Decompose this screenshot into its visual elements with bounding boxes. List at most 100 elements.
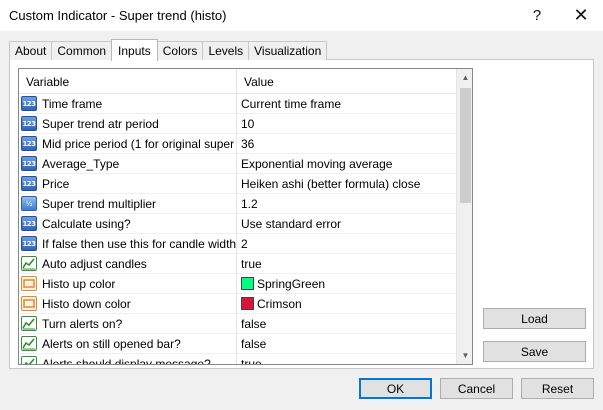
table-row[interactable]: Histo up color SpringGreen — [19, 273, 456, 294]
grid-rows: 123 Time frame Current time frame 123 Super … — [19, 94, 456, 364]
table-row[interactable]: 123 Price Heiken ashi (better formula) clo… — [19, 173, 456, 194]
integer-type-icon: 123 — [21, 236, 37, 251]
value-text: false — [241, 336, 267, 351]
value-text: SpringGreen — [257, 276, 326, 291]
variable-name: Super trend atr period — [42, 116, 159, 131]
table-row[interactable]: 123 Super trend atr period 10 — [19, 113, 456, 134]
scroll-thumb[interactable] — [460, 88, 471, 203]
table-row[interactable]: 123 Average_Type Exponential moving averag… — [19, 153, 456, 174]
value-text: Heiken ashi (better formula) close — [241, 176, 421, 191]
save-button[interactable]: Save — [483, 341, 586, 362]
value-cell[interactable]: true — [237, 254, 456, 274]
column-header-variable[interactable]: Variable — [19, 69, 237, 94]
color-type-icon — [21, 296, 37, 311]
variable-cell: 123 If false then use this for candle wid… — [19, 233, 237, 254]
color-swatch[interactable] — [241, 277, 254, 290]
variable-cell: 123 Calculate using? — [19, 213, 237, 234]
variable-cell: Alerts on still opened bar? — [19, 333, 237, 354]
tab-strip: About Common Inputs Colors Levels Visual… — [9, 39, 328, 61]
value-cell[interactable]: 1.2 — [237, 194, 456, 214]
value-text: Crimson — [257, 296, 302, 311]
value-cell[interactable]: Exponential moving average — [237, 154, 456, 174]
integer-type-icon: 123 — [21, 216, 37, 231]
value-cell[interactable]: 36 — [237, 134, 456, 154]
variable-cell: ½ Super trend multiplier — [19, 193, 237, 214]
variable-cell: Histo up color — [19, 273, 237, 294]
value-text: 36 — [241, 136, 255, 151]
table-row[interactable]: Alerts should display message? true — [19, 353, 456, 365]
value-cell[interactable]: true — [237, 354, 456, 365]
inputs-grid: Variable Value 123 Time frame Current time… — [18, 68, 473, 365]
variable-name: Time frame — [42, 96, 103, 111]
tab-visualization[interactable]: Visualization — [248, 41, 328, 60]
value-text: 10 — [241, 116, 255, 131]
value-cell[interactable]: Current time frame — [237, 94, 456, 114]
value-cell[interactable]: Use standard error — [237, 214, 456, 234]
variable-name: Alerts on still opened bar? — [42, 336, 181, 351]
double-type-icon: ½ — [21, 196, 37, 211]
value-cell[interactable]: 10 — [237, 114, 456, 134]
value-cell[interactable]: false — [237, 314, 456, 334]
table-row[interactable]: 123 Calculate using? Use standard error — [19, 213, 456, 234]
table-row[interactable]: 123 Mid price period (1 for original supe… — [19, 133, 456, 154]
value-text: Current time frame — [241, 96, 342, 111]
boolean-type-icon — [21, 356, 37, 364]
title-bar: Custom Indicator - Super trend (histo) ?… — [0, 0, 603, 31]
variable-name: Alerts should display message? — [42, 356, 211, 365]
variable-name: Price — [42, 176, 70, 191]
ok-button[interactable]: OK — [359, 378, 432, 399]
value-text: Use standard error — [241, 216, 342, 231]
table-row[interactable]: Turn alerts on? false — [19, 313, 456, 334]
value-cell[interactable]: false — [237, 334, 456, 354]
boolean-type-icon — [21, 336, 37, 351]
value-text: false — [241, 316, 267, 331]
tab-colors[interactable]: Colors — [156, 41, 204, 60]
table-row[interactable]: 123 Time frame Current time frame — [19, 94, 456, 114]
integer-type-icon: 123 — [21, 156, 37, 171]
value-text: 1.2 — [241, 196, 258, 211]
value-cell[interactable]: 2 — [237, 234, 456, 254]
table-row[interactable]: Alerts on still opened bar? false — [19, 333, 456, 354]
tab-common[interactable]: Common — [51, 41, 113, 60]
grid-header: Variable Value — [19, 69, 456, 94]
vertical-scrollbar[interactable]: ▲ ▼ — [456, 69, 472, 364]
variable-cell: Turn alerts on? — [19, 313, 237, 334]
table-row[interactable]: 123 If false then use this for candle wid… — [19, 233, 456, 254]
table-row[interactable]: Histo down color Crimson — [19, 293, 456, 314]
variable-cell: 123 Average_Type — [19, 153, 237, 174]
scroll-up-icon[interactable]: ▲ — [457, 69, 472, 86]
cancel-button[interactable]: Cancel — [440, 378, 513, 399]
column-header-value[interactable]: Value — [237, 69, 456, 94]
boolean-type-icon — [21, 256, 37, 271]
variable-name: Super trend multiplier — [42, 196, 157, 211]
variable-name: Histo up color — [42, 276, 116, 291]
close-icon[interactable]: ✕ — [559, 0, 603, 31]
variable-name: Turn alerts on? — [42, 316, 123, 331]
load-button[interactable]: Load — [483, 308, 586, 329]
value-cell[interactable]: Crimson — [237, 294, 456, 314]
variable-cell: Histo down color — [19, 293, 237, 314]
reset-button[interactable]: Reset — [521, 378, 594, 399]
color-swatch[interactable] — [241, 297, 254, 310]
value-text: Exponential moving average — [241, 156, 393, 171]
value-text: true — [241, 256, 262, 271]
boolean-type-icon — [21, 316, 37, 331]
window-title: Custom Indicator - Super trend (histo) — [9, 8, 227, 23]
variable-cell: 123 Mid price period (1 for original supe… — [19, 133, 237, 154]
variable-cell: Auto adjust candles — [19, 253, 237, 274]
help-icon[interactable]: ? — [515, 0, 559, 31]
scroll-down-icon[interactable]: ▼ — [457, 347, 472, 364]
color-type-icon — [21, 276, 37, 291]
table-row[interactable]: ½ Super trend multiplier 1.2 — [19, 193, 456, 214]
tab-levels[interactable]: Levels — [202, 41, 250, 60]
tab-inputs[interactable]: Inputs — [111, 39, 158, 61]
table-row[interactable]: Auto adjust candles true — [19, 253, 456, 274]
variable-name: Calculate using? — [42, 216, 131, 231]
value-cell[interactable]: Heiken ashi (better formula) close — [237, 174, 456, 194]
integer-type-icon: 123 — [21, 116, 37, 131]
variable-cell: 123 Price — [19, 173, 237, 194]
variable-cell: 123 Time frame — [19, 94, 237, 114]
value-cell[interactable]: SpringGreen — [237, 274, 456, 294]
value-text: true — [241, 356, 262, 365]
tab-about[interactable]: About — [9, 41, 53, 60]
